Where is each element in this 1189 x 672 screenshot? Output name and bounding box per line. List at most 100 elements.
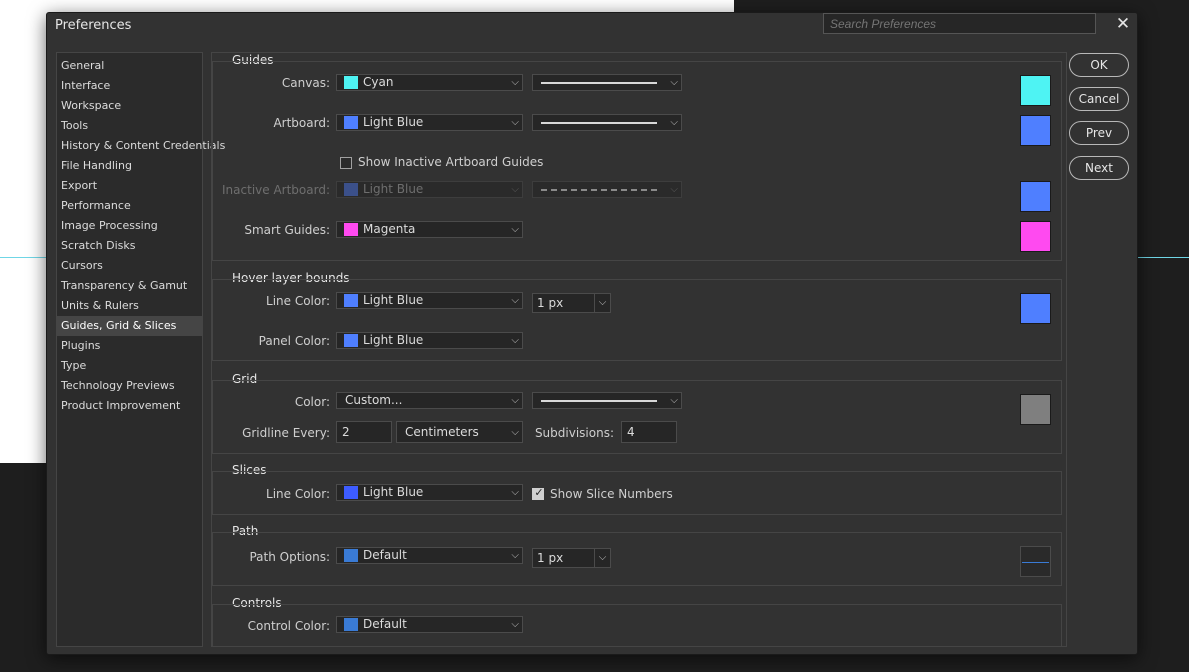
inactive-artboard-color-value: Light Blue [363, 182, 424, 196]
solid-line-preview [541, 400, 657, 402]
close-icon[interactable]: ✕ [1113, 14, 1133, 34]
chevron-down-icon: ⌵ [511, 427, 519, 438]
gridline-unit-value: Centimeters [405, 425, 479, 439]
sidebar-item-units-rulers[interactable]: Units & Rulers [57, 296, 202, 316]
solid-line-preview [541, 82, 657, 84]
grid-line-style-dropdown[interactable]: ⌵ [532, 392, 682, 409]
color-swatch [344, 294, 358, 307]
sidebar-item-type[interactable]: Type [57, 356, 202, 376]
chevron-down-icon: ⌵ [594, 549, 610, 567]
smart-guides-color-swatch[interactable] [1020, 221, 1051, 252]
control-color-value: Default [363, 617, 407, 631]
chevron-down-icon: ⌵ [594, 294, 610, 312]
gridline-every-input[interactable]: 2 [336, 421, 392, 443]
grid-color-swatch[interactable] [1020, 394, 1051, 425]
inactive-artboard-color-swatch[interactable] [1020, 181, 1051, 212]
artboard-label: Artboard: [273, 116, 330, 130]
path-width-value: 1 px [537, 551, 564, 565]
hover-line-color-dropdown[interactable]: Light Blue ⌵ [336, 292, 523, 309]
smart-guides-label: Smart Guides: [244, 223, 330, 237]
artboard-color-swatch[interactable] [1020, 115, 1051, 146]
chevron-down-icon: ⌵ [511, 117, 519, 128]
prev-button[interactable]: Prev [1069, 121, 1129, 145]
hover-line-width-value: 1 px [537, 296, 564, 310]
dashed-line-preview [541, 189, 657, 191]
next-button[interactable]: Next [1069, 156, 1129, 180]
color-swatch [344, 116, 358, 129]
smart-guides-color-dropdown[interactable]: Magenta ⌵ [336, 221, 523, 238]
chevron-down-icon: ⌵ [670, 395, 678, 406]
chevron-down-icon: ⌵ [511, 619, 519, 630]
grid-color-label: Color: [294, 395, 330, 409]
path-options-value: Default [363, 548, 407, 562]
show-slice-numbers-checkbox[interactable]: ✓ [532, 486, 544, 500]
sidebar-item-transparency[interactable]: Transparency & Gamut [57, 276, 202, 296]
slices-line-color-value: Light Blue [363, 485, 424, 499]
canvas-line-style-dropdown[interactable]: ⌵ [532, 74, 682, 91]
artboard-color-dropdown[interactable]: Light Blue ⌵ [336, 114, 523, 131]
grid-color-dropdown[interactable]: Custom... ⌵ [336, 392, 523, 409]
canvas-color-swatch[interactable] [1020, 75, 1051, 106]
control-color-label: Control Color: [247, 619, 330, 633]
show-slice-numbers-label: Show Slice Numbers [550, 487, 673, 501]
show-inactive-artboard-checkbox[interactable] [340, 157, 352, 169]
search-input[interactable] [823, 13, 1096, 34]
chevron-down-icon: ⌵ [511, 184, 519, 195]
color-swatch [344, 76, 358, 89]
chevron-down-icon: ⌵ [511, 224, 519, 235]
sidebar-item-tools[interactable]: Tools [57, 116, 202, 136]
sidebar-item-general[interactable]: General [57, 56, 202, 76]
solid-line-preview [541, 122, 657, 124]
artboard-color-value: Light Blue [363, 115, 424, 129]
ok-button[interactable]: OK [1069, 53, 1129, 77]
chevron-down-icon: ⌵ [670, 184, 678, 195]
subdivisions-input[interactable]: 4 [621, 421, 677, 443]
hover-line-color-swatch[interactable] [1020, 293, 1051, 324]
chevron-down-icon: ⌵ [511, 77, 519, 88]
color-swatch [344, 618, 358, 631]
chevron-down-icon: ⌵ [511, 487, 519, 498]
sidebar-item-workspace[interactable]: Workspace [57, 96, 202, 116]
artboard-line-style-dropdown[interactable]: ⌵ [532, 114, 682, 131]
sidebar-item-interface[interactable]: Interface [57, 76, 202, 96]
inactive-artboard-label: Inactive Artboard: [222, 183, 330, 197]
color-swatch [344, 549, 358, 562]
sidebar-item-file-handling[interactable]: File Handling [57, 156, 202, 176]
sidebar-item-scratch-disks[interactable]: Scratch Disks [57, 236, 202, 256]
path-options-label: Path Options: [249, 550, 330, 564]
sidebar-item-image-processing[interactable]: Image Processing [57, 216, 202, 236]
sidebar-item-cursors[interactable]: Cursors [57, 256, 202, 276]
chevron-down-icon: ⌵ [511, 395, 519, 406]
color-swatch [344, 486, 358, 499]
canvas-color-value: Cyan [363, 75, 394, 89]
dialog-title: Preferences [55, 18, 132, 33]
cancel-button[interactable]: Cancel [1069, 87, 1129, 111]
sidebar-item-performance[interactable]: Performance [57, 196, 202, 216]
sidebar-item-technology-previews[interactable]: Technology Previews [57, 376, 202, 396]
sidebar-item-product-improvement[interactable]: Product Improvement [57, 396, 202, 416]
preferences-dialog: Preferences ✕ General Interface Workspac… [46, 12, 1138, 655]
sidebar-item-guides-grid-slices[interactable]: Guides, Grid & Slices [57, 316, 202, 336]
color-swatch [344, 223, 358, 236]
sidebar-item-history[interactable]: History & Content Credentials [57, 136, 225, 156]
hover-panel-color-value: Light Blue [363, 333, 424, 347]
path-preview-line [1022, 562, 1049, 563]
canvas-label: Canvas: [281, 76, 330, 90]
checkmark-icon: ✓ [534, 486, 544, 499]
canvas-color-dropdown[interactable]: Cyan ⌵ [336, 74, 523, 91]
chevron-down-icon: ⌵ [511, 335, 519, 346]
control-color-dropdown[interactable]: Default ⌵ [336, 616, 523, 633]
slices-line-color-label: Line Color: [266, 487, 330, 501]
path-options-dropdown[interactable]: Default ⌵ [336, 547, 523, 564]
hover-panel-color-dropdown[interactable]: Light Blue ⌵ [336, 332, 523, 349]
settings-panel: Guides Canvas: Cyan ⌵ ⌵ Artboard: Light … [211, 52, 1067, 647]
hover-line-color-label: Line Color: [266, 294, 330, 308]
sidebar-item-plugins[interactable]: Plugins [57, 336, 202, 356]
sidebar-item-export[interactable]: Export [57, 176, 202, 196]
gridline-unit-dropdown[interactable]: Centimeters ⌵ [396, 421, 523, 443]
hover-panel-color-label: Panel Color: [258, 334, 330, 348]
hover-line-width-dropdown[interactable]: 1 px ⌵ [532, 293, 611, 313]
chevron-down-icon: ⌵ [670, 77, 678, 88]
slices-line-color-dropdown[interactable]: Light Blue ⌵ [336, 484, 523, 501]
path-width-dropdown[interactable]: 1 px ⌵ [532, 548, 611, 568]
